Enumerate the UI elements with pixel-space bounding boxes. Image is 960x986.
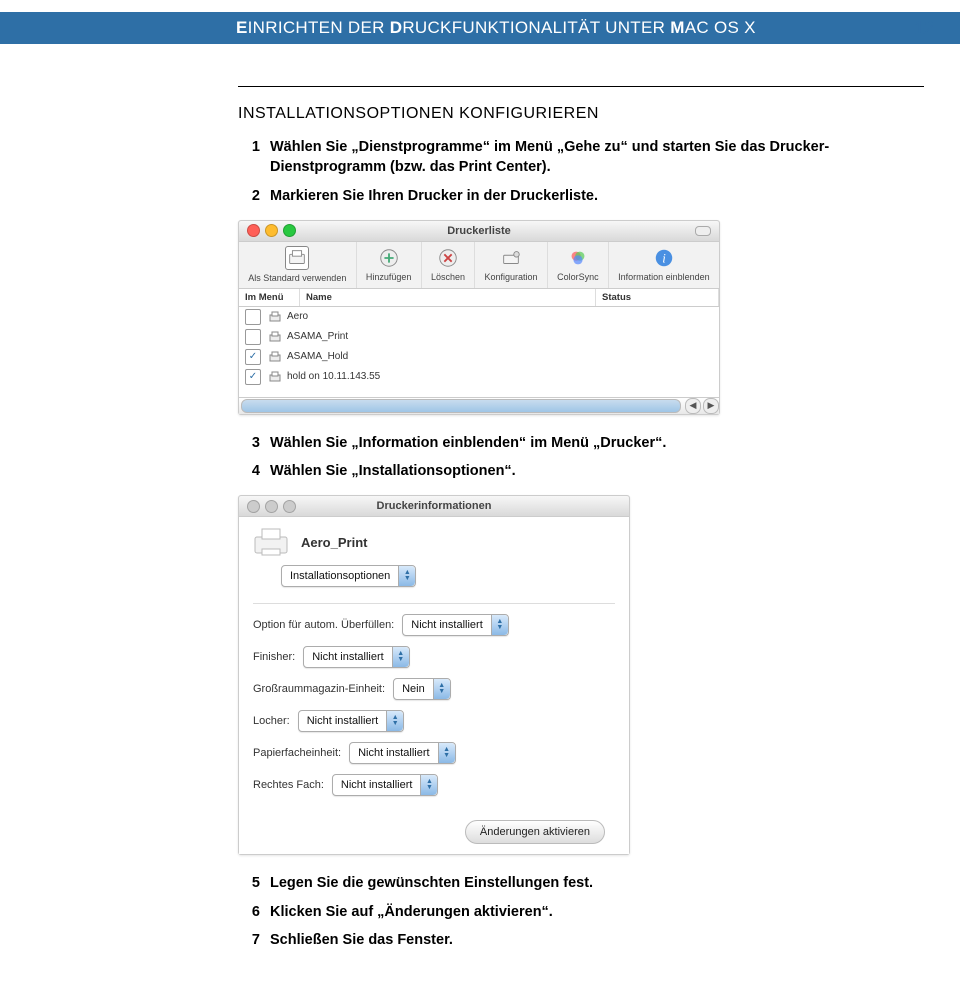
step-4: 4Wählen Sie „Installationsoptionen“. xyxy=(238,461,924,481)
checkbox-icon[interactable]: ✓ xyxy=(245,349,261,365)
window-title: Druckerinformationen xyxy=(239,500,629,512)
svg-text:i: i xyxy=(662,252,666,266)
printer-icon xyxy=(269,311,281,323)
option-row: Locher:Nicht installiert▲▼ xyxy=(253,710,615,732)
checkbox-icon[interactable] xyxy=(245,309,261,325)
printer-rows: Aero ASAMA_Print ✓ASAMA_Hold ✓hold on 10… xyxy=(239,307,719,397)
option-row: Option für autom. Überfüllen:Nicht insta… xyxy=(253,614,615,636)
finisher-select[interactable]: Nicht installiert▲▼ xyxy=(303,646,410,668)
checkbox-icon[interactable] xyxy=(245,329,261,345)
section-select[interactable]: Installationsoptionen▲▼ xyxy=(281,565,416,587)
chevron-updown-icon: ▲▼ xyxy=(386,711,403,731)
section-heading: INSTALLATIONSOPTIONEN KONFIGURIEREN xyxy=(238,105,924,123)
option-row: Großraummagazin-Einheit:Nein▲▼ xyxy=(253,678,615,700)
toolbar-toggle-icon[interactable] xyxy=(695,226,711,236)
chapter-title: EINRICHTEN DER DRUCKFUNKTIONALITÄT UNTER… xyxy=(226,12,960,44)
apply-changes-button[interactable]: Änderungen aktivieren xyxy=(465,820,605,844)
printer-icon xyxy=(269,351,281,363)
step-6: 6Klicken Sie auf „Änderungen aktivieren“… xyxy=(238,902,924,922)
configure-button[interactable]: Konfiguration xyxy=(474,242,547,288)
delete-button[interactable]: Löschen xyxy=(421,242,475,288)
option-row: Rechtes Fach:Nicht installiert▲▼ xyxy=(253,774,615,796)
printer-icon xyxy=(269,331,281,343)
step-1: 1Wählen Sie „Dienstprogramme“ im Menü „G… xyxy=(238,137,924,178)
scroll-left-icon[interactable]: ◀ xyxy=(685,398,701,414)
horizontal-rule xyxy=(238,86,924,87)
chevron-updown-icon: ▲▼ xyxy=(420,775,437,795)
table-row[interactable]: ASAMA_Print xyxy=(239,327,719,347)
step-5: 5Legen Sie die gewünschten Einstellungen… xyxy=(238,873,924,893)
printer-icon xyxy=(269,371,281,383)
paper-tray-select[interactable]: Nicht installiert▲▼ xyxy=(349,742,456,764)
page-number: 12 xyxy=(914,12,934,44)
printer-name-label: Aero_Print xyxy=(301,535,367,550)
chevron-updown-icon: ▲▼ xyxy=(398,566,415,586)
colorsync-button[interactable]: ColorSync xyxy=(547,242,608,288)
screenshot-printer-list: Druckerliste Als Standard verwenden Hinz… xyxy=(238,220,720,415)
chevron-updown-icon: ▲▼ xyxy=(438,743,455,763)
chevron-updown-icon: ▲▼ xyxy=(392,647,409,667)
add-button[interactable]: Hinzufügen xyxy=(356,242,421,288)
table-row[interactable]: ✓ASAMA_Hold xyxy=(239,347,719,367)
option-row: Finisher:Nicht installiert▲▼ xyxy=(253,646,615,668)
horizontal-scrollbar[interactable]: ◀▶ xyxy=(239,397,719,414)
window-title: Druckerliste xyxy=(239,225,719,237)
puncher-select[interactable]: Nicht installiert▲▼ xyxy=(298,710,405,732)
screenshot-printer-info: Druckerinformationen Aero_Print Installa… xyxy=(238,495,630,855)
column-headers: Im Menü Name Status xyxy=(239,289,719,307)
make-default-button[interactable]: Als Standard verwenden xyxy=(239,242,356,288)
checkbox-icon[interactable]: ✓ xyxy=(245,369,261,385)
chevron-updown-icon: ▲▼ xyxy=(491,615,508,635)
large-tray-select[interactable]: Nein▲▼ xyxy=(393,678,451,700)
chevron-updown-icon: ▲▼ xyxy=(433,679,450,699)
step-7: 7Schließen Sie das Fenster. xyxy=(238,930,924,950)
printer-large-icon xyxy=(253,527,289,557)
header-accent-block xyxy=(0,12,226,44)
step-3: 3Wählen Sie „Information einblenden“ im … xyxy=(238,433,924,453)
info-button[interactable]: i Information einblenden xyxy=(608,242,719,288)
table-row[interactable]: ✓hold on 10.11.143.55 xyxy=(239,367,719,387)
step-2: 2Markieren Sie Ihren Drucker in der Druc… xyxy=(238,186,924,206)
scroll-right-icon[interactable]: ▶ xyxy=(703,398,719,414)
overfill-select[interactable]: Nicht installiert▲▼ xyxy=(402,614,509,636)
right-tray-select[interactable]: Nicht installiert▲▼ xyxy=(332,774,439,796)
table-row[interactable]: Aero xyxy=(239,307,719,327)
toolbar: Als Standard verwenden Hinzufügen Lösche… xyxy=(239,242,719,289)
option-row: Papierfacheinheit:Nicht installiert▲▼ xyxy=(253,742,615,764)
